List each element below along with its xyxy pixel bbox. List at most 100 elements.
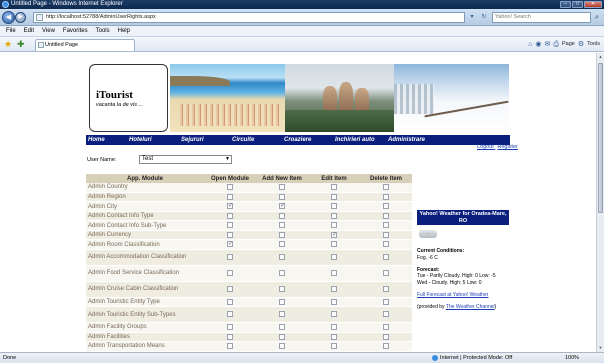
home-icon[interactable]: ⌂ [528,40,532,49]
open-module-checkbox[interactable] [227,193,233,200]
edit-item-checkbox[interactable] [331,253,337,260]
edit-item-checkbox[interactable] [331,311,337,318]
add-new-item-checkbox[interactable] [279,269,285,276]
delete-item-checkbox[interactable] [383,193,389,200]
url-input[interactable]: http://localhost:52788/AdminUserRights.a… [33,12,465,23]
search-input[interactable]: Yahoo! Search [492,12,591,23]
weather-channel-link[interactable]: The Weather Channel [446,304,495,310]
delete-item-checkbox[interactable] [383,203,389,210]
nav-home[interactable]: Home [88,135,129,145]
open-module-checkbox[interactable] [227,333,233,340]
scroll-thumb[interactable] [598,63,603,213]
edit-item-checkbox[interactable] [331,203,337,210]
delete-item-checkbox[interactable] [383,222,389,229]
feeds-icon[interactable]: ◉ [535,40,541,49]
open-module-checkbox[interactable] [227,324,233,331]
forward-button[interactable]: ▶ [15,12,26,23]
edit-item-checkbox[interactable] [331,343,337,350]
add-new-item-checkbox[interactable] [279,222,285,229]
edit-item-checkbox[interactable] [331,285,337,292]
open-module-checkbox[interactable] [227,240,233,248]
delete-item-checkbox[interactable] [383,253,389,260]
add-new-item-checkbox[interactable] [279,193,285,200]
edit-item-checkbox[interactable] [331,184,337,191]
tab-untitled-page[interactable]: Untitled Page [35,39,135,51]
menu-file[interactable]: File [6,26,16,36]
nav-administrare[interactable]: Administrare [388,135,458,145]
refresh-icon[interactable]: ↻ [480,13,488,21]
open-module-checkbox[interactable] [227,222,233,229]
edit-item-checkbox[interactable] [331,231,337,238]
mail-icon[interactable]: ✉ [545,40,551,49]
search-icon[interactable]: ⌕ [592,13,602,22]
add-new-item-checkbox[interactable] [279,202,285,210]
edit-item-checkbox[interactable] [331,324,337,331]
add-new-item-checkbox[interactable] [279,298,285,305]
open-module-checkbox[interactable] [227,343,233,350]
edit-item-checkbox[interactable] [331,269,337,276]
nav-inchirieri-auto[interactable]: Inchirieri auto [335,135,388,145]
add-new-item-checkbox[interactable] [279,324,285,331]
open-module-checkbox[interactable] [227,298,233,305]
add-new-item-checkbox[interactable] [279,184,285,191]
nav-circuite[interactable]: Circuite [232,135,284,145]
open-module-checkbox[interactable] [227,311,233,318]
open-module-checkbox[interactable] [227,184,233,191]
edit-item-checkbox[interactable] [331,241,337,248]
scroll-up-icon[interactable]: ▲ [598,54,603,60]
print-icon[interactable]: ⎙ [553,40,559,49]
zoom-level[interactable]: 100% [565,353,579,363]
delete-item-checkbox[interactable] [383,269,389,276]
nav-croaziere[interactable]: Croaziere [284,135,335,145]
add-new-item-checkbox[interactable] [279,311,285,318]
user-name-select[interactable]: Test ▼ [139,155,232,164]
maximize-button[interactable]: □ [572,1,583,8]
add-new-item-checkbox[interactable] [279,343,285,350]
tools-menu[interactable]: Tools [587,40,600,49]
edit-item-checkbox[interactable] [331,193,337,200]
scroll-down-icon[interactable]: ▼ [598,345,603,351]
add-new-item-checkbox[interactable] [279,285,285,292]
menu-help[interactable]: Help [118,26,130,36]
menu-edit[interactable]: Edit [24,26,34,36]
open-module-checkbox[interactable] [227,253,233,260]
delete-item-checkbox[interactable] [383,324,389,331]
vertical-scrollbar[interactable]: ▲ ▼ [596,53,604,352]
delete-item-checkbox[interactable] [383,241,389,248]
delete-item-checkbox[interactable] [383,212,389,219]
delete-item-checkbox[interactable] [383,184,389,191]
open-module-checkbox[interactable] [227,202,233,210]
delete-item-checkbox[interactable] [383,231,389,238]
add-new-item-checkbox[interactable] [279,253,285,260]
menu-favorites[interactable]: Favorites [63,26,88,36]
add-new-item-checkbox[interactable] [279,231,285,238]
full-forecast-link[interactable]: Full Forecast at Yahoo! Weather [417,292,517,299]
logout-link[interactable]: Logout [477,144,494,150]
add-new-item-checkbox[interactable] [279,333,285,340]
add-new-item-checkbox[interactable] [279,212,285,219]
edit-item-checkbox[interactable] [331,212,337,219]
open-module-checkbox[interactable] [227,212,233,219]
menu-tools[interactable]: Tools [96,26,110,36]
minimize-button[interactable]: – [560,1,571,8]
edit-item-checkbox[interactable] [331,222,337,229]
open-module-checkbox[interactable] [227,269,233,276]
register-link[interactable]: Register [497,144,517,150]
edit-item-checkbox[interactable] [331,333,337,340]
close-button[interactable]: ✕ [584,1,602,8]
menu-view[interactable]: View [42,26,55,36]
open-module-checkbox[interactable] [227,231,233,238]
compatibility-icon[interactable]: ▾ [468,13,476,21]
open-module-checkbox[interactable] [227,285,233,292]
delete-item-checkbox[interactable] [383,333,389,340]
back-button[interactable]: ◀ [2,11,15,24]
add-favorites-icon[interactable]: ✚ [17,39,25,49]
delete-item-checkbox[interactable] [383,298,389,305]
nav-hoteluri[interactable]: Hoteluri [129,135,181,145]
favorites-star-icon[interactable]: ★ [4,39,12,49]
page-menu[interactable]: Page [562,40,575,49]
nav-sejururi[interactable]: Sejururi [181,135,232,145]
delete-item-checkbox[interactable] [383,311,389,318]
delete-item-checkbox[interactable] [383,343,389,350]
add-new-item-checkbox[interactable] [279,241,285,248]
